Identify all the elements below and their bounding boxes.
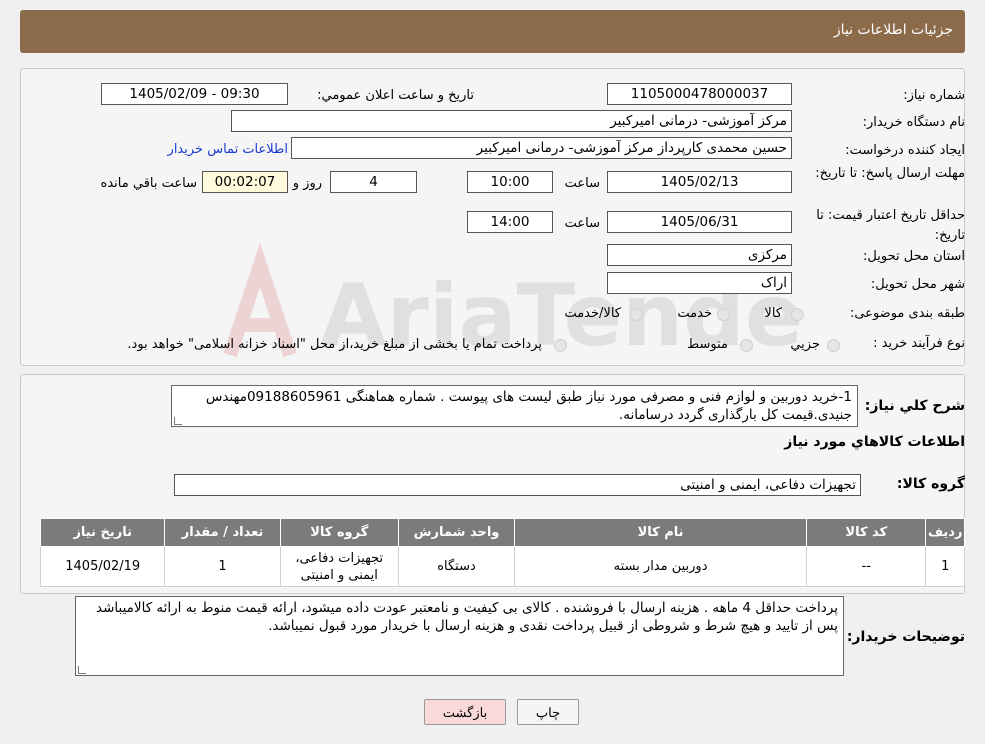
deadline-time-field: 10:00 xyxy=(467,171,553,193)
goods-group-label: گروه کالا: xyxy=(896,476,965,492)
province-label: استان محل تحويل: xyxy=(863,249,965,264)
category-radio-service[interactable] xyxy=(717,308,730,321)
deadline-label: مهلت ارسال پاسخ: تا تاريخ: xyxy=(815,166,965,181)
resize-grip-icon[interactable] xyxy=(78,666,86,674)
process-option-minor: جزیي xyxy=(790,337,820,352)
cell-date: 1405/02/19 xyxy=(39,546,166,587)
back-button[interactable]: بازگشت xyxy=(424,699,506,725)
goods-table-header: رديف کد کالا نام کالا واحد شمارش گروه کا… xyxy=(39,518,965,547)
print-button[interactable]: چاپ xyxy=(517,699,579,725)
validity-date-field: 1405/06/31 xyxy=(607,211,792,233)
days-field: 4 xyxy=(330,171,417,193)
buyer-org-field: مرکز آموزشی- درمانی امیرکبیر xyxy=(231,110,792,132)
deadline-date-field: 1405/02/13 xyxy=(607,171,792,193)
col-date: تاريخ نياز xyxy=(39,518,166,547)
category-option-goods-service: کالا/خدمت xyxy=(564,306,621,321)
page-title: جزئیات اطلاعات نیاز xyxy=(833,22,953,38)
validity-time-field: 14:00 xyxy=(467,211,553,233)
validity-label: حداقل تاريخ اعتبار قيمت: تا تاريخ: xyxy=(816,208,965,243)
buyer-notes-label: توضيحات خريدار: xyxy=(846,629,965,645)
need-number-label: شماره نیاز: xyxy=(903,88,965,103)
buyer-org-label: نام دستگاه خريدار: xyxy=(862,115,965,130)
category-option-goods: کالا xyxy=(764,306,782,321)
city-field: اراک xyxy=(607,272,792,294)
cell-name: دوربین مدار بسته xyxy=(514,546,808,587)
validity-time-label: ساعت xyxy=(564,216,600,231)
process-option-medium: متوسط xyxy=(687,337,728,352)
goods-table: رديف کد کالا نام کالا واحد شمارش گروه کا… xyxy=(39,518,965,587)
cell-qty: 1 xyxy=(164,546,281,587)
resize-grip-icon[interactable] xyxy=(174,417,182,425)
page-header: جزئیات اطلاعات نیاز xyxy=(20,10,965,53)
table-row: 1 -- دوربین مدار بسته دستگاه تجهیزات دفا… xyxy=(39,546,965,587)
cell-index: 1 xyxy=(925,546,965,587)
description-textarea[interactable]: 1-خرید دوربین و لوازم فنی و مصرفی مورد ن… xyxy=(171,385,858,427)
announce-datetime-field: 1405/02/09 - 09:30 xyxy=(101,83,288,105)
city-label: شهر محل تحويل: xyxy=(870,277,965,292)
col-qty: تعداد / مقدار xyxy=(164,518,281,547)
requester-field: حسین محمدی کارپرداز مرکز آموزشی- درمانی … xyxy=(291,137,792,159)
process-radio-treasury[interactable] xyxy=(554,339,567,352)
category-option-service: خدمت xyxy=(677,306,712,321)
col-name: نام کالا xyxy=(514,518,808,547)
goods-section-title: اطلاعات کالاهاي مورد نياز xyxy=(784,434,965,450)
days-label: روز و xyxy=(292,176,322,191)
process-note: پرداخت تمام يا بخشی از مبلغ خريد،از محل … xyxy=(127,337,542,352)
description-label: شرح کلي نياز: xyxy=(864,398,965,414)
process-radio-minor[interactable] xyxy=(827,339,840,352)
buyer-notes-text: پرداخت حداقل 4 ماهه . هزینه ارسال با فرو… xyxy=(96,600,838,634)
buyer-notes-textarea[interactable]: پرداخت حداقل 4 ماهه . هزینه ارسال با فرو… xyxy=(75,596,844,676)
deadline-time-label: ساعت xyxy=(564,176,600,191)
category-radio-goods-service[interactable] xyxy=(630,308,643,321)
description-text: 1-خرید دوربین و لوازم فنی و مصرفی مورد ن… xyxy=(205,389,852,423)
cell-unit: دستگاه xyxy=(397,546,516,587)
remaining-time-field: 00:02:07 xyxy=(202,171,288,193)
cell-code: -- xyxy=(806,546,927,587)
buyer-contact-link[interactable]: اطلاعات تماس خريدار xyxy=(168,142,288,157)
goods-group-field: تجهیزات دفاعی، ایمنی و امنیتی xyxy=(174,474,861,496)
process-radio-medium[interactable] xyxy=(740,339,753,352)
col-code: کد کالا xyxy=(806,518,927,547)
col-index: رديف xyxy=(925,518,965,547)
category-radio-goods[interactable] xyxy=(791,308,804,321)
process-label: نوع فرآيند خريد : xyxy=(873,336,965,351)
cell-group: تجهیزات دفاعی، ایمنی و امنیتی xyxy=(279,546,399,587)
need-number-field: 1105000478000037 xyxy=(607,83,792,105)
remaining-time-label: ساعت باقي مانده xyxy=(100,176,197,191)
col-group: گروه کالا xyxy=(279,518,399,547)
province-field: مرکزی xyxy=(607,244,792,266)
requester-label: ايجاد کننده درخواست: xyxy=(845,143,965,158)
category-label: طبقه بندی موضوعی: xyxy=(849,306,965,321)
announce-datetime-label: تاريخ و ساعت اعلان عمومي: xyxy=(317,88,474,103)
col-unit: واحد شمارش xyxy=(397,518,516,547)
